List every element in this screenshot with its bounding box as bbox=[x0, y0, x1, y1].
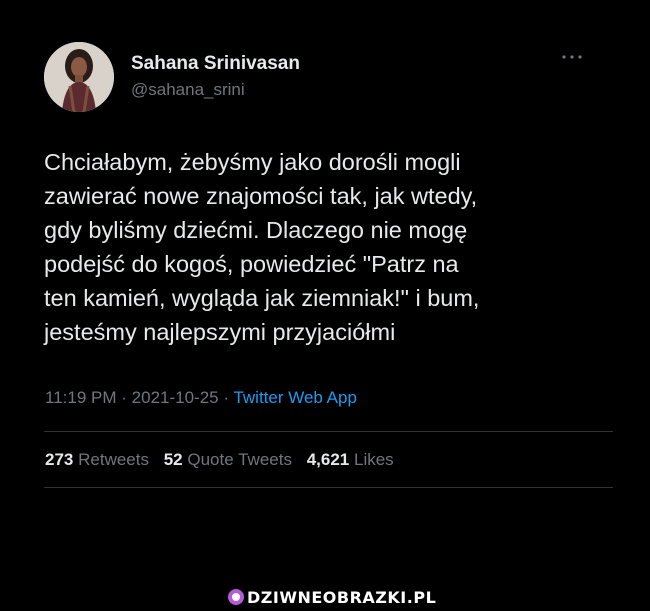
ellipsis-icon[interactable] bbox=[561, 53, 583, 61]
tweet-card: Sahana Srinivasan @sahana_srini Chciałab… bbox=[0, 0, 650, 611]
retweets-count: 273 bbox=[45, 450, 74, 469]
tweet-text-line: zawierać nowe znajomości tak, jak wtedy, bbox=[44, 183, 478, 209]
author-handle[interactable]: @sahana_srini bbox=[131, 80, 245, 100]
tweet-text-line: jesteśmy najlepszymi przyjaciółmi bbox=[44, 319, 396, 345]
tweet-meta: 11:19 PM · 2021-10-25 · Twitter Web App bbox=[45, 388, 357, 408]
watermark-logo-icon bbox=[228, 589, 244, 605]
profile-photo-icon bbox=[44, 42, 114, 112]
tweet-text: Chciałabym, żebyśmy jako dorośli mogli z… bbox=[44, 145, 604, 349]
likes-stat[interactable]: 4,621 Likes bbox=[307, 450, 394, 469]
tweet-date[interactable]: 2021-10-25 bbox=[132, 388, 219, 407]
retweets-label: Retweets bbox=[78, 450, 149, 469]
watermark-text: DZIWNEOBRAZKI.PL bbox=[247, 587, 437, 607]
quote-tweets-stat[interactable]: 52 Quote Tweets bbox=[164, 450, 292, 469]
meta-separator: · bbox=[223, 388, 230, 407]
tweet-source-link[interactable]: Twitter Web App bbox=[233, 388, 356, 407]
meta-separator: · bbox=[121, 388, 127, 407]
quote-tweets-label: Quote Tweets bbox=[187, 450, 292, 469]
author-name[interactable]: Sahana Srinivasan bbox=[131, 53, 300, 75]
tweet-text-line: ten kamień, wygląda jak ziemniak!" i bum… bbox=[44, 285, 480, 311]
likes-label: Likes bbox=[353, 450, 394, 469]
watermark: DZIWNEOBRAZKI.PL bbox=[228, 587, 437, 607]
divider bbox=[44, 487, 613, 488]
divider bbox=[44, 431, 613, 432]
tweet-time[interactable]: 11:19 PM bbox=[45, 388, 117, 407]
likes-count: 4,621 bbox=[306, 450, 350, 469]
tweet-text-line: podejść do kogoś, powiedzieć "Patrz na bbox=[44, 251, 459, 277]
tweet-stats: 273 Retweets 52 Quote Tweets 4,621 Likes bbox=[45, 450, 404, 470]
retweets-stat[interactable]: 273 Retweets bbox=[45, 450, 149, 469]
tweet-text-line: Chciałabym, żebyśmy jako dorośli mogli bbox=[44, 149, 461, 175]
avatar[interactable] bbox=[44, 42, 114, 112]
tweet-text-line: gdy byliśmy dziećmi. Dlaczego nie mogę bbox=[44, 217, 468, 243]
quote-tweets-count: 52 bbox=[163, 450, 183, 469]
